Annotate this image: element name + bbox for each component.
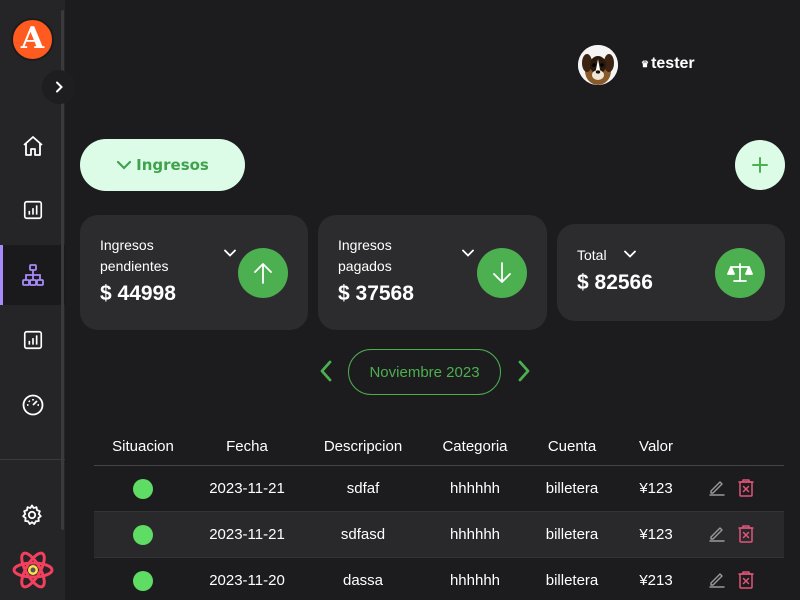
user-name[interactable]: ♛ tester — [641, 55, 695, 73]
card-pending-income: Ingresos pendientes $ 44998 — [80, 215, 308, 330]
cell-fecha: 2023-11-21 — [209, 526, 285, 543]
card-paid-income: Ingresos pagados $ 37568 — [318, 215, 547, 330]
next-month-button[interactable] — [514, 359, 534, 383]
card-total-label: Total — [577, 247, 607, 263]
cell-valor: ¥123 — [639, 480, 673, 497]
cell-valor: ¥213 — [639, 572, 673, 589]
cell-categoria: hhhhhh — [449, 526, 501, 543]
column-header-valor[interactable]: Valor — [639, 438, 673, 455]
cell-fecha: 2023-11-20 — [209, 572, 285, 589]
plus-icon — [752, 157, 768, 173]
delete-icon[interactable] — [737, 524, 755, 544]
card-pending-label: Ingresos pendientes — [100, 235, 169, 277]
table-row: 2023-11-20 dassa hhhhhh billetera ¥213 — [94, 558, 784, 600]
card-paid-label: Ingresos pagados — [338, 235, 392, 277]
chevron-down-icon — [117, 160, 132, 170]
sidebar-item-stats[interactable] — [0, 310, 65, 370]
column-header-situacion[interactable]: Situacion — [112, 438, 174, 455]
table-header: Situacion Fecha Descripcion Categoria Cu… — [94, 430, 784, 466]
status-indicator[interactable] — [133, 479, 153, 499]
balance-scale-icon — [727, 263, 753, 282]
cell-categoria: hhhhhh — [449, 572, 501, 589]
delete-icon[interactable] — [737, 570, 755, 590]
cell-cuenta: billetera — [545, 526, 599, 543]
chevron-down-icon[interactable] — [462, 249, 474, 257]
arrow-down-badge — [477, 248, 527, 298]
react-logo-icon — [12, 551, 54, 589]
prev-month-button[interactable] — [316, 359, 336, 383]
cell-categoria: hhhhhh — [449, 480, 501, 497]
card-pending-label-1: Ingresos — [100, 237, 154, 253]
column-header-categoria[interactable]: Categoria — [442, 438, 507, 455]
arrow-up-badge — [238, 248, 288, 298]
sidebar-item-home[interactable] — [0, 116, 65, 176]
sidebar-item-hierarchy[interactable] — [0, 245, 65, 305]
app-logo[interactable]: A — [11, 18, 54, 61]
chevron-right-icon — [56, 81, 63, 93]
username-label: tester — [651, 55, 695, 72]
table-row: 2023-11-21 sdfasd hhhhhh billetera ¥123 — [94, 512, 784, 558]
add-transaction-button[interactable] — [735, 140, 785, 190]
bar-chart-icon — [23, 330, 42, 350]
card-total: Total $ 82566 — [557, 224, 785, 321]
arrow-up-icon — [254, 263, 272, 284]
column-header-descripcion[interactable]: Descripcion — [324, 438, 402, 455]
chevron-down-icon[interactable] — [224, 249, 236, 257]
cell-descripcion: sdfaf — [346, 480, 380, 497]
edit-icon[interactable] — [708, 570, 726, 588]
sidebar-item-dashboard[interactable] — [0, 375, 65, 435]
sidebar-expand-button[interactable] — [42, 70, 76, 104]
user-avatar[interactable] — [578, 45, 618, 85]
sidebar-item-reports[interactable] — [0, 180, 65, 240]
cell-cuenta: billetera — [545, 572, 599, 589]
transactions-table: Situacion Fecha Descripcion Categoria Cu… — [94, 430, 784, 600]
column-header-fecha[interactable]: Fecha — [226, 438, 268, 455]
cell-fecha: 2023-11-21 — [209, 480, 285, 497]
dog-avatar-icon — [578, 45, 618, 85]
column-header-cuenta[interactable]: Cuenta — [548, 438, 596, 455]
card-paid-label-2: pagados — [338, 258, 392, 274]
cell-cuenta: billetera — [545, 480, 599, 497]
cell-descripcion: dassa — [342, 572, 384, 589]
card-paid-value: $ 37568 — [338, 282, 414, 305]
month-selector[interactable]: Noviembre 2023 — [348, 349, 501, 395]
sitemap-icon — [21, 264, 44, 286]
status-indicator[interactable] — [133, 571, 153, 591]
edit-icon[interactable] — [708, 478, 726, 496]
delete-icon[interactable] — [737, 478, 755, 498]
speedometer-icon — [22, 394, 43, 416]
month-label: Noviembre 2023 — [369, 363, 480, 381]
balance-badge — [715, 248, 765, 298]
status-indicator[interactable] — [133, 525, 153, 545]
arrow-down-icon — [493, 262, 511, 283]
cell-descripcion: sdfasd — [340, 526, 386, 543]
cell-valor: ¥123 — [639, 526, 673, 543]
logo-letter: A — [20, 20, 45, 56]
bar-chart-icon — [23, 200, 42, 220]
edit-icon[interactable] — [708, 524, 726, 542]
gear-icon — [22, 504, 42, 525]
crown-icon: ♛ — [641, 58, 650, 69]
home-icon — [22, 136, 43, 156]
card-pending-value: $ 44998 — [100, 282, 176, 305]
card-pending-label-2: pendientes — [100, 258, 169, 274]
table-row: 2023-11-21 sdfaf hhhhhh billetera ¥123 — [94, 466, 784, 512]
card-paid-label-1: Ingresos — [338, 237, 392, 253]
type-dropdown[interactable]: Ingresos — [80, 139, 245, 191]
card-total-value: $ 82566 — [577, 271, 653, 294]
chevron-down-icon[interactable] — [624, 250, 636, 258]
settings-button[interactable] — [17, 500, 47, 530]
type-dropdown-label: Ingresos — [136, 156, 209, 174]
sidebar-divider — [0, 459, 65, 460]
